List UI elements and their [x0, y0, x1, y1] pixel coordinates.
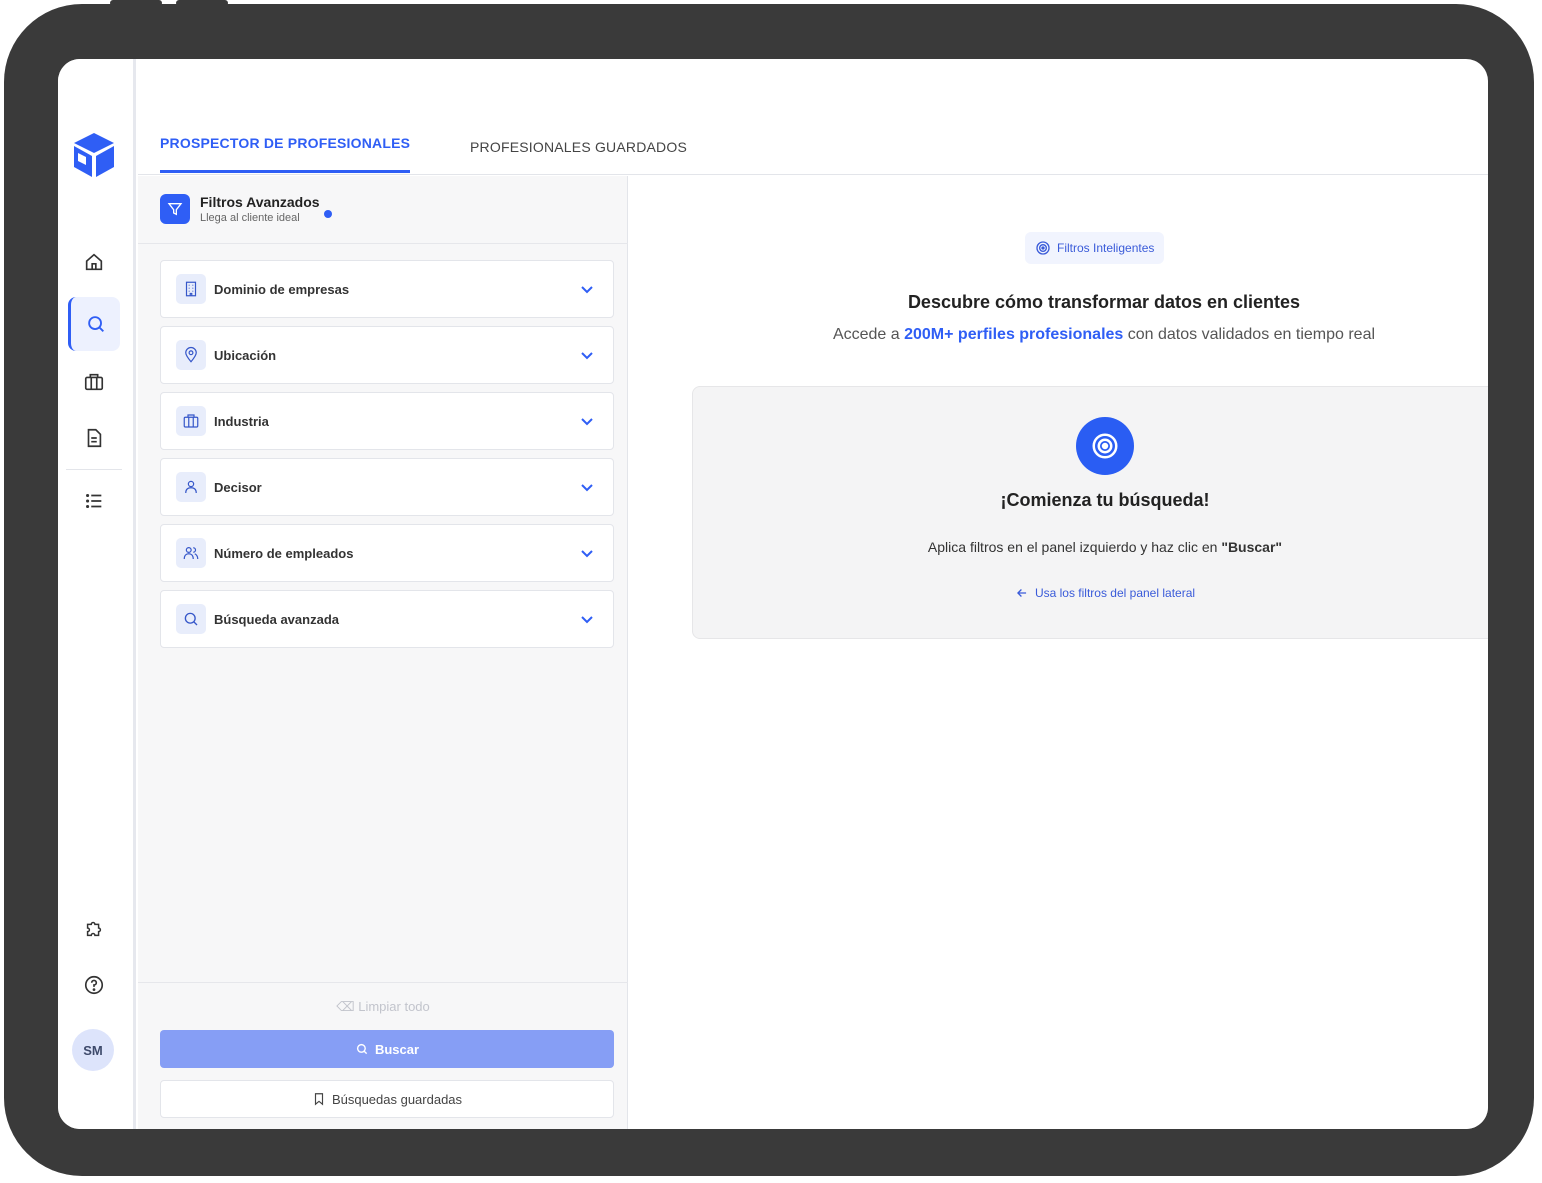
filter-panel-subtitle: Llega al cliente ideal [200, 212, 300, 224]
document-nav-icon[interactable] [72, 416, 116, 460]
search-button[interactable]: Buscar [160, 1030, 614, 1068]
tab-saved-professionals[interactable]: PROFESIONALES GUARDADOS [470, 139, 687, 155]
home-icon[interactable] [72, 240, 116, 284]
page-subheadline: Accede a 200M+ perfiles profesionales co… [629, 326, 1488, 344]
filter-label: Búsqueda avanzada [214, 611, 339, 627]
target-icon [1076, 417, 1134, 475]
filter-icon [160, 194, 190, 224]
status-dot [324, 210, 332, 218]
app-screen: SM PROSPECTOR DE PROFESIONALES PROFESION… [58, 59, 1488, 1129]
filter-panel-footer: ⌫ Limpiar todo Buscar Búsquedas guardada… [138, 982, 628, 1129]
filter-panel-header: Filtros Avanzados Llega al cliente ideal [138, 176, 628, 244]
target-icon [1036, 241, 1050, 255]
filter-panel: Filtros Avanzados Llega al cliente ideal… [138, 176, 628, 1129]
empty-state-text-bold: "Buscar" [1221, 539, 1283, 555]
chevron-down-icon[interactable] [579, 347, 595, 363]
sub-prefix: Accede a [832, 326, 905, 343]
chevron-down-icon[interactable] [579, 545, 595, 561]
empty-state-text-main: Aplica filtros en el panel izquierdo y h… [927, 539, 1222, 555]
filter-label: Dominio de empresas [214, 281, 350, 297]
tab-prospector[interactable]: PROSPECTOR DE PROFESIONALES [160, 135, 410, 151]
briefcase-icon [176, 406, 206, 436]
puzzle-icon[interactable] [72, 906, 116, 950]
filter-label: Decisor [214, 479, 262, 495]
sub-suffix: con datos validados en tiempo real [1123, 326, 1376, 343]
filter-company-domain[interactable]: Dominio de empresas [160, 260, 614, 318]
users-icon [176, 538, 206, 568]
filter-panel-title: Filtros Avanzados [200, 194, 320, 210]
tablet-frame: SM PROSPECTOR DE PROFESIONALES PROFESION… [4, 4, 1534, 1176]
empty-state-text: Aplica filtros en el panel izquierdo y h… [693, 539, 1488, 555]
eraser-icon: ⌫ [336, 999, 359, 1014]
filter-label: Número de empleados [214, 545, 354, 561]
page-headline: Descubre cómo transformar datos en clien… [907, 292, 1301, 312]
filter-decision-maker[interactable]: Decisor [160, 458, 614, 516]
clear-all-label: Limpiar todo [358, 999, 430, 1014]
chevron-down-icon[interactable] [579, 611, 595, 627]
arrow-left-icon [1016, 589, 1027, 597]
saved-searches-label: Búsquedas guardadas [331, 1091, 463, 1107]
device-button [176, 0, 228, 6]
saved-searches-button[interactable]: Búsquedas guardadas [160, 1080, 614, 1118]
device-button [110, 0, 162, 6]
user-icon [176, 472, 206, 502]
filter-location[interactable]: Ubicación [160, 326, 614, 384]
filter-label: Industria [214, 413, 269, 429]
chevron-down-icon[interactable] [579, 281, 595, 297]
side-panel-hint-link[interactable]: Usa los filtros del panel lateral [693, 586, 1488, 600]
cube-logo-icon [74, 133, 114, 177]
list-nav-icon[interactable] [72, 479, 116, 523]
sub-highlight: 200M+ perfiles profesionales [904, 326, 1124, 343]
filter-label: Ubicación [214, 347, 277, 363]
avatar[interactable]: SM [72, 1029, 114, 1071]
smart-filters-label: Filtros Inteligentes [1057, 241, 1155, 255]
main-content: Filtros Inteligentes Descubre cómo trans… [629, 176, 1488, 1129]
briefcase-nav-icon[interactable] [72, 360, 116, 404]
tab-bar: PROSPECTOR DE PROFESIONALES PROFESIONALE… [138, 59, 1488, 175]
building-icon [176, 274, 206, 304]
search-button-label: Buscar [374, 1041, 420, 1057]
bookmark-icon [314, 1093, 324, 1106]
help-icon[interactable] [72, 963, 116, 1007]
search-icon [356, 1043, 368, 1055]
filter-advanced-search[interactable]: Búsqueda avanzada [160, 590, 614, 648]
nav-rail: SM [58, 59, 136, 1129]
rail-divider [66, 469, 122, 470]
smart-filters-badge: Filtros Inteligentes [1025, 232, 1165, 264]
filter-employee-count[interactable]: Número de empleados [160, 524, 614, 582]
empty-state-card: ¡Comienza tu búsqueda! Aplica filtros en… [692, 386, 1488, 639]
empty-state-title: ¡Comienza tu búsqueda! [1000, 490, 1210, 510]
location-pin-icon [176, 340, 206, 370]
side-panel-hint-label: Usa los filtros del panel lateral [1034, 586, 1196, 600]
chevron-down-icon[interactable] [579, 479, 595, 495]
chevron-down-icon[interactable] [579, 413, 595, 429]
clear-all-button[interactable]: ⌫ Limpiar todo [138, 999, 628, 1015]
filter-industry[interactable]: Industria [160, 392, 614, 450]
active-tab-indicator [160, 170, 410, 173]
search-nav-icon[interactable] [68, 297, 120, 351]
search-icon [176, 604, 206, 634]
